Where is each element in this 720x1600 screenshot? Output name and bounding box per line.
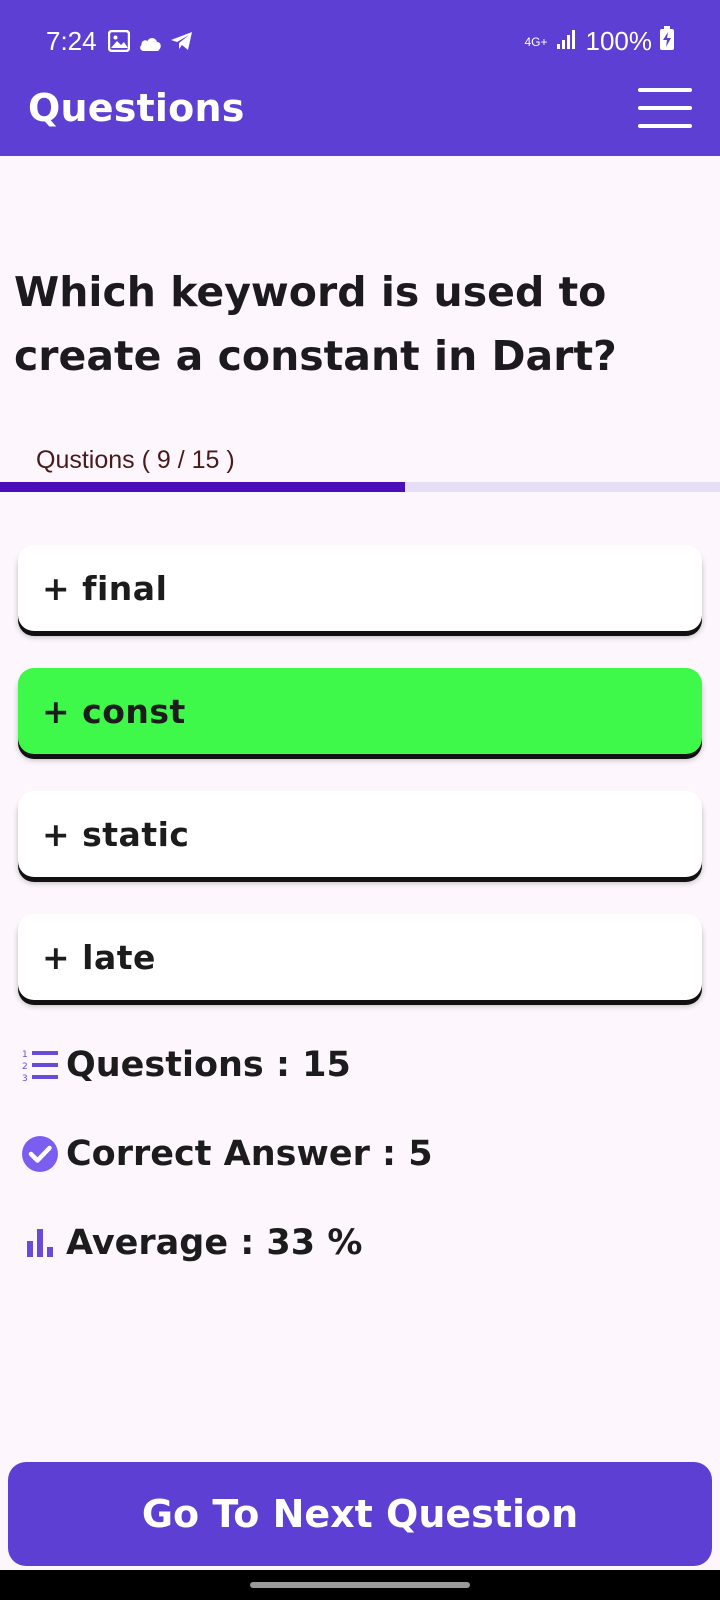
signal-icon xyxy=(556,26,578,57)
progress-label: Qustions ( 9 / 15 ) xyxy=(36,446,235,474)
network-type: 4G+ xyxy=(524,34,548,49)
cloud-icon xyxy=(138,28,162,59)
numbered-list-icon: 1 2 3 xyxy=(18,1043,62,1087)
system-nav-bar xyxy=(0,1570,720,1600)
question-text: Which keyword is used to create a consta… xyxy=(14,268,617,380)
stat-questions-text: Questions : 15 xyxy=(66,1045,351,1085)
page-title: Questions xyxy=(28,86,245,130)
option-late[interactable]: + late xyxy=(18,914,702,1000)
check-circle-icon xyxy=(18,1132,62,1176)
next-question-button[interactable]: Go To Next Question xyxy=(8,1462,712,1566)
stat-correct: Correct Answer : 5 xyxy=(18,1129,433,1179)
telegram-icon xyxy=(170,28,194,59)
stat-average-text: Average : 33 % xyxy=(66,1223,363,1263)
option-final[interactable]: + final xyxy=(18,545,702,631)
bar-chart-icon xyxy=(18,1221,62,1265)
option-const[interactable]: + const xyxy=(18,668,702,754)
option-label: + late xyxy=(42,938,156,977)
progress-bar xyxy=(0,482,720,492)
gallery-icon xyxy=(107,28,131,59)
stat-correct-text: Correct Answer : 5 xyxy=(66,1134,433,1174)
stat-questions: 1 2 3 Questions : 15 xyxy=(18,1040,351,1090)
battery-level: 100% xyxy=(585,26,653,56)
option-static[interactable]: + static xyxy=(18,791,702,877)
option-label: + const xyxy=(42,692,186,731)
progress-fill xyxy=(0,482,405,492)
menu-button[interactable] xyxy=(638,88,692,128)
status-right: 4G+ 100% xyxy=(524,26,674,57)
status-bar: 7:24 4G+ 100% xyxy=(0,18,720,66)
svg-text:3: 3 xyxy=(22,1074,28,1084)
option-label: + final xyxy=(42,569,168,608)
svg-text:2: 2 xyxy=(22,1062,28,1072)
home-indicator[interactable] xyxy=(250,1582,470,1588)
battery-charging-icon xyxy=(660,26,674,57)
app-bar: 7:24 4G+ 100% Questions xyxy=(0,0,720,156)
menu-icon xyxy=(638,88,692,92)
status-time: 7:24 xyxy=(46,26,97,56)
notification-icons xyxy=(107,28,194,59)
svg-text:1: 1 xyxy=(22,1050,28,1060)
option-label: + static xyxy=(42,815,190,854)
stat-average: Average : 33 % xyxy=(18,1218,362,1268)
